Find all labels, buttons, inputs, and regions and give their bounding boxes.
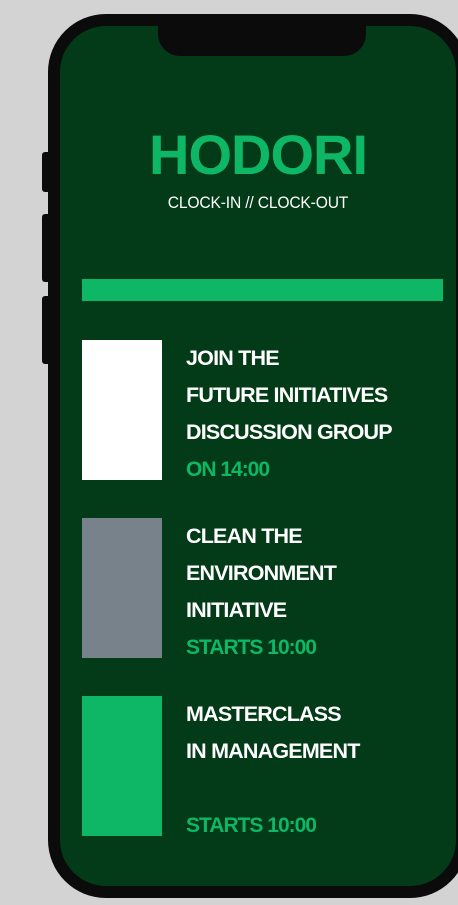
- event-time: STARTS 10:00: [186, 636, 317, 659]
- event-title-line: JOIN THE: [186, 346, 280, 370]
- logo-wordmark: HODORI: [123, 122, 393, 184]
- accent-bar: [82, 279, 443, 301]
- event-title-line: FUTURE INITIATIVES: [186, 383, 388, 407]
- event-title-line: DISCUSSION GROUP: [186, 420, 393, 444]
- event-time: ON 14:00: [186, 458, 270, 481]
- event-title-line: MASTERCLASS: [186, 702, 342, 726]
- logo-text: HODORI: [149, 123, 367, 184]
- event-thumbnail: [82, 518, 162, 658]
- event-title: MASTERCLASS IN MANAGEMENT: [186, 696, 452, 770]
- event-text: JOIN THE FUTURE INITIATIVES DISCUSSION G…: [186, 340, 452, 481]
- event-thumbnail: [82, 340, 162, 480]
- event-card-masterclass[interactable]: MASTERCLASS IN MANAGEMENT STARTS 10:00: [82, 696, 452, 837]
- event-title: CLEAN THE ENVIRONMENT INITIATIVE: [186, 518, 452, 629]
- event-title-line: CLEAN THE: [186, 524, 303, 548]
- event-text: CLEAN THE ENVIRONMENT INITIATIVE STARTS …: [186, 518, 452, 659]
- app-tagline: CLOCK-IN // CLOCK-OUT: [167, 193, 349, 212]
- event-text: MASTERCLASS IN MANAGEMENT STARTS 10:00: [186, 696, 452, 837]
- event-thumbnail: [82, 696, 162, 836]
- event-time: STARTS 10:00: [186, 814, 317, 837]
- hodori-logo-icon: HODORI: [149, 123, 368, 184]
- app-logo: HODORI CLOCK-IN // CLOCK-OUT: [60, 122, 456, 213]
- event-card-clean-environment[interactable]: CLEAN THE ENVIRONMENT INITIATIVE STARTS …: [82, 518, 452, 659]
- event-title-line: INITIATIVE: [186, 598, 287, 622]
- event-title-line: ENVIRONMENT: [186, 561, 337, 585]
- event-title-line: IN MANAGEMENT: [186, 739, 360, 763]
- event-card-future-initiatives[interactable]: JOIN THE FUTURE INITIATIVES DISCUSSION G…: [82, 340, 452, 481]
- event-title: JOIN THE FUTURE INITIATIVES DISCUSSION G…: [186, 340, 452, 451]
- phone-notch: [158, 14, 366, 56]
